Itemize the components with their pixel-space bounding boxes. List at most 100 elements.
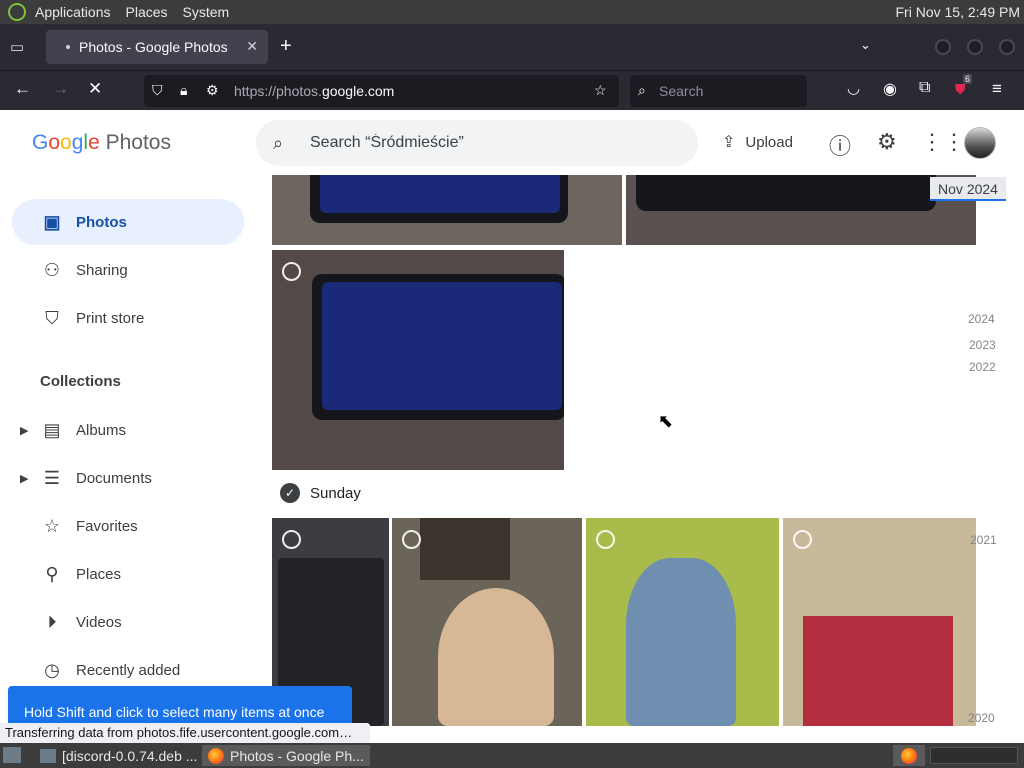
- mouse-cursor-icon: ⬉: [658, 411, 674, 431]
- photo-thumbnail[interactable]: [586, 518, 779, 726]
- sidebar-item-documents[interactable]: ▶ ☰ Documents: [12, 455, 244, 501]
- close-window-button[interactable]: [999, 39, 1015, 55]
- sidebar-item-favorites[interactable]: ☆ Favorites: [12, 503, 244, 549]
- select-checkbox[interactable]: [282, 530, 301, 549]
- timeline-year[interactable]: 2024: [968, 312, 995, 326]
- sidebar-item-label: Documents: [76, 469, 152, 487]
- pocket-icon[interactable]: ◡: [847, 79, 860, 97]
- upload-label: Upload: [745, 133, 793, 151]
- taskbar-item-label: [discord-0.0.74.deb ...: [62, 747, 198, 764]
- sidebar-item-videos[interactable]: ⏵ Videos: [12, 599, 244, 645]
- search-placeholder: Search: [659, 83, 704, 99]
- extensions-icon[interactable]: ⧉: [919, 79, 930, 97]
- system-menu[interactable]: System: [183, 4, 230, 20]
- timeline-year[interactable]: 2022: [969, 360, 996, 374]
- location-icon: ⚲: [45, 563, 59, 584]
- photo-thumbnail[interactable]: [626, 175, 976, 245]
- snackbar: Hold Shift and click to select many item…: [8, 686, 352, 726]
- upload-button[interactable]: ⇪ Upload: [722, 132, 793, 152]
- lock-icon[interactable]: 🔒︎: [180, 82, 187, 99]
- timeline-year[interactable]: 2020: [968, 711, 995, 725]
- gear-icon[interactable]: ⚙: [877, 129, 897, 155]
- tab-strip: ▭ Photos - Google Photos ✕ + ⌄: [0, 24, 1024, 70]
- maximize-button[interactable]: [967, 39, 983, 55]
- album-icon: ▤: [43, 419, 61, 440]
- clock-icon: ◷: [44, 659, 60, 680]
- new-tab-icon[interactable]: +: [280, 35, 292, 58]
- select-checkbox[interactable]: [282, 262, 301, 281]
- timeline-year[interactable]: 2021: [970, 533, 997, 547]
- photo-thumbnail[interactable]: [783, 518, 976, 726]
- avatar[interactable]: [964, 127, 996, 159]
- places-menu[interactable]: Places: [126, 4, 168, 20]
- select-checkbox[interactable]: [596, 530, 615, 549]
- firefox-icon: [901, 747, 917, 764]
- photo-thumbnail[interactable]: [272, 175, 622, 245]
- window-icon: [40, 748, 56, 763]
- expand-arrow-icon[interactable]: ▶: [20, 472, 28, 485]
- taskbar-item-label: Photos - Google Ph...: [230, 747, 364, 764]
- date-group-header[interactable]: ✓ Sunday: [280, 483, 361, 503]
- photo-icon: ▣: [43, 211, 61, 232]
- sidebar-item-print-store[interactable]: ⛉ Print store: [12, 295, 244, 341]
- sidebar-item-label: Photos: [76, 213, 127, 231]
- help-icon[interactable]: ⓘ: [829, 129, 851, 161]
- select-checkbox[interactable]: [793, 530, 812, 549]
- permissions-icon[interactable]: ⚙: [206, 82, 219, 99]
- extension-badge: 6: [963, 74, 973, 84]
- expand-arrow-icon[interactable]: ▶: [20, 424, 28, 437]
- google-photos-page: Google Photos ⌕ ⇪ Upload ⓘ ⚙ ⋮⋮ ▣ Photos…: [0, 111, 1024, 726]
- browser-search-field[interactable]: ⌕ Search: [630, 75, 807, 107]
- sidebar-item-label: Favorites: [76, 517, 138, 535]
- star-icon: ☆: [43, 515, 61, 536]
- select-checkbox[interactable]: [402, 530, 421, 549]
- sidebar-item-label: Albums: [76, 421, 127, 439]
- clock[interactable]: Fri Nov 15, 2:49 PM: [896, 4, 1021, 20]
- tab-loading-icon: [66, 45, 70, 49]
- url-text[interactable]: https://photos.google.com: [234, 83, 394, 99]
- timeline-current-label[interactable]: Nov 2024: [930, 177, 1006, 201]
- photo-thumbnail[interactable]: [272, 250, 564, 470]
- book-in-photo: [803, 616, 953, 726]
- show-desktop-icon[interactable]: [3, 747, 21, 763]
- google-photos-logo[interactable]: Google Photos: [32, 131, 171, 155]
- close-tab-icon[interactable]: ✕: [246, 38, 258, 55]
- firefox-icon: [208, 747, 224, 764]
- stop-loading-icon[interactable]: ✕: [88, 79, 102, 99]
- photo-thumbnail[interactable]: [392, 518, 582, 726]
- taskbar-item-firefox[interactable]: Photos - Google Ph...: [202, 745, 370, 766]
- list-all-tabs-icon[interactable]: ▭: [10, 38, 24, 56]
- document-icon: ☰: [43, 467, 61, 488]
- shield-icon[interactable]: ⛉: [152, 82, 163, 99]
- apps-grid-icon[interactable]: ⋮⋮: [921, 129, 965, 155]
- phone-screen: [322, 282, 562, 410]
- sidebar-item-label: Print store: [76, 309, 145, 327]
- distro-logo-icon[interactable]: [8, 3, 26, 21]
- tray-firefox[interactable]: [893, 745, 925, 766]
- back-icon[interactable]: ←: [14, 79, 31, 99]
- photos-search-box[interactable]: ⌕: [256, 120, 698, 166]
- taskbar-item-discord[interactable]: [discord-0.0.74.deb ...: [34, 745, 203, 766]
- chevron-down-icon[interactable]: ⌄: [860, 37, 871, 53]
- sidebar-item-label: Places: [76, 565, 122, 583]
- sidebar-item-label: Videos: [76, 613, 122, 631]
- minimize-button[interactable]: [935, 39, 951, 55]
- photos-search-input[interactable]: [310, 131, 680, 155]
- search-icon[interactable]: ⌕: [273, 133, 283, 154]
- url-bar[interactable]: ⛉ 🔒︎ ⚙ https://photos.google.com ☆: [144, 75, 619, 107]
- select-group-check-icon[interactable]: ✓: [280, 483, 300, 503]
- sidebar-item-albums[interactable]: ▶ ▤ Albums: [12, 407, 244, 453]
- applications-menu[interactable]: Applications: [35, 4, 111, 20]
- sidebar-item-sharing[interactable]: ⚇ Sharing: [12, 247, 244, 293]
- bookmark-star-icon[interactable]: ☆: [594, 82, 607, 99]
- sidebar-item-places[interactable]: ⚲ Places: [12, 551, 244, 597]
- hamburger-menu-icon[interactable]: ≡: [992, 79, 1002, 99]
- forward-icon[interactable]: →: [52, 79, 69, 99]
- sidebar-item-photos[interactable]: ▣ Photos: [12, 199, 244, 245]
- timeline-year[interactable]: 2023: [969, 338, 996, 352]
- workspace-switcher[interactable]: [930, 747, 1018, 764]
- tab-google-photos[interactable]: Photos - Google Photos ✕: [46, 30, 268, 64]
- phone-screen: [320, 175, 560, 213]
- collections-heading: Collections: [40, 373, 121, 390]
- account-icon[interactable]: ◉: [883, 79, 897, 99]
